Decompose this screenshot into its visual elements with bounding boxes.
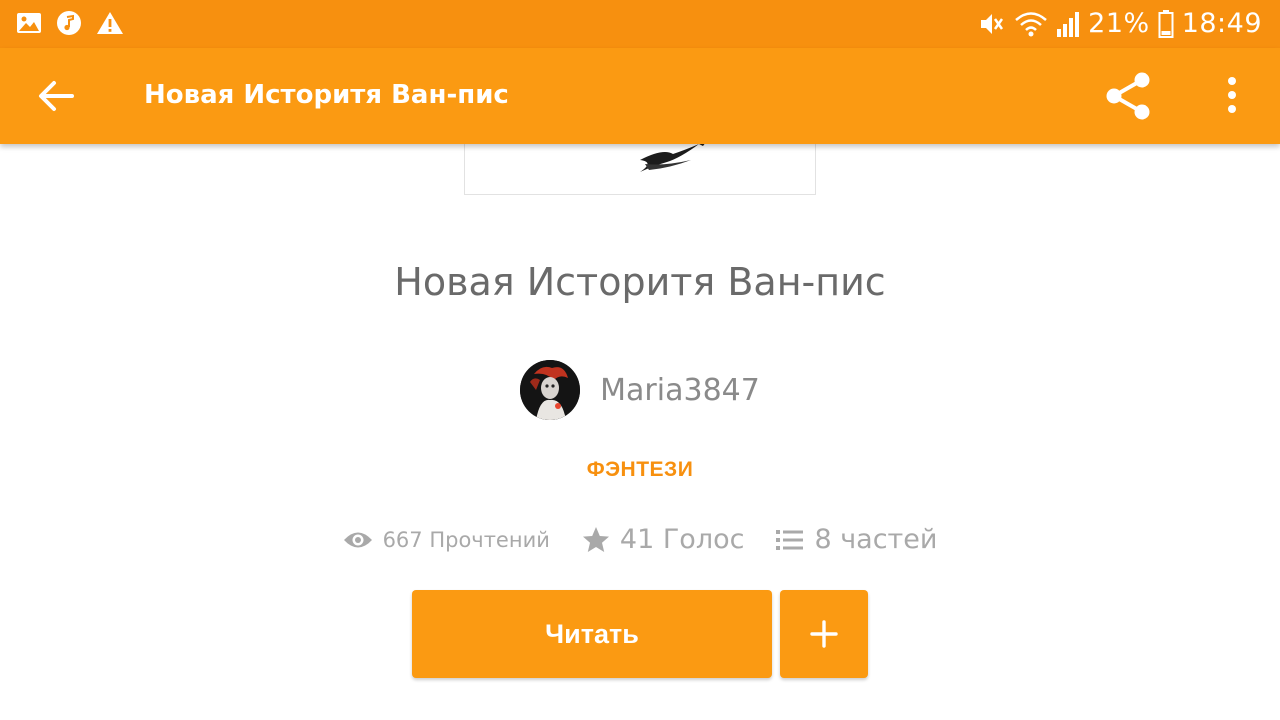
- notification-icons: [16, 10, 124, 36]
- author-link[interactable]: Maria3847: [0, 360, 1280, 420]
- reads-stat: 667 Прочтений: [343, 528, 550, 552]
- avatar[interactable]: [520, 360, 581, 420]
- votes-stat: 41 Голос: [582, 524, 745, 555]
- parts-stat: 8 частей: [776, 524, 937, 555]
- battery-icon: [1158, 9, 1174, 38]
- signal-icon: [1057, 11, 1080, 37]
- reads-count: 667 Прочтений: [382, 527, 550, 552]
- parts-count: 8 частей: [814, 524, 938, 555]
- share-icon[interactable]: [1102, 70, 1154, 122]
- list-icon: [776, 529, 804, 550]
- music-icon: [57, 11, 81, 35]
- avatar-image: [520, 360, 581, 420]
- votes-count: 41 Голос: [619, 524, 745, 555]
- warning-icon: [97, 12, 123, 34]
- plus-icon: [810, 620, 838, 648]
- system-icons: 21% 18:49: [976, 8, 1262, 39]
- more-vert-icon[interactable]: [1218, 74, 1246, 118]
- story-stats: 667 Прочтений 41 Голос 8 частей: [0, 524, 1280, 555]
- genre-tag[interactable]: ФЭНТЕЗИ: [0, 458, 1280, 482]
- app-bar: Новая Историтя Ван-пис: [0, 48, 1280, 144]
- read-button[interactable]: Читать: [412, 590, 772, 678]
- wifi-icon: [1015, 11, 1047, 36]
- add-to-library-button[interactable]: [780, 590, 868, 678]
- gallery-icon: [17, 13, 41, 33]
- eye-icon: [343, 532, 372, 547]
- star-icon: [582, 526, 609, 552]
- mute-icon: [981, 13, 1004, 34]
- clock: 18:49: [1181, 8, 1262, 39]
- status-bar: 21% 18:49: [0, 0, 1280, 48]
- battery-percent: 21%: [1088, 8, 1150, 39]
- story-title: Новая Историтя Ван-пис: [394, 260, 886, 304]
- author-name[interactable]: Maria3847: [600, 373, 760, 408]
- back-arrow-icon[interactable]: [36, 76, 76, 116]
- app-bar-title: Новая Историтя Ван-пис: [144, 80, 509, 110]
- read-button-label: Читать: [545, 618, 639, 649]
